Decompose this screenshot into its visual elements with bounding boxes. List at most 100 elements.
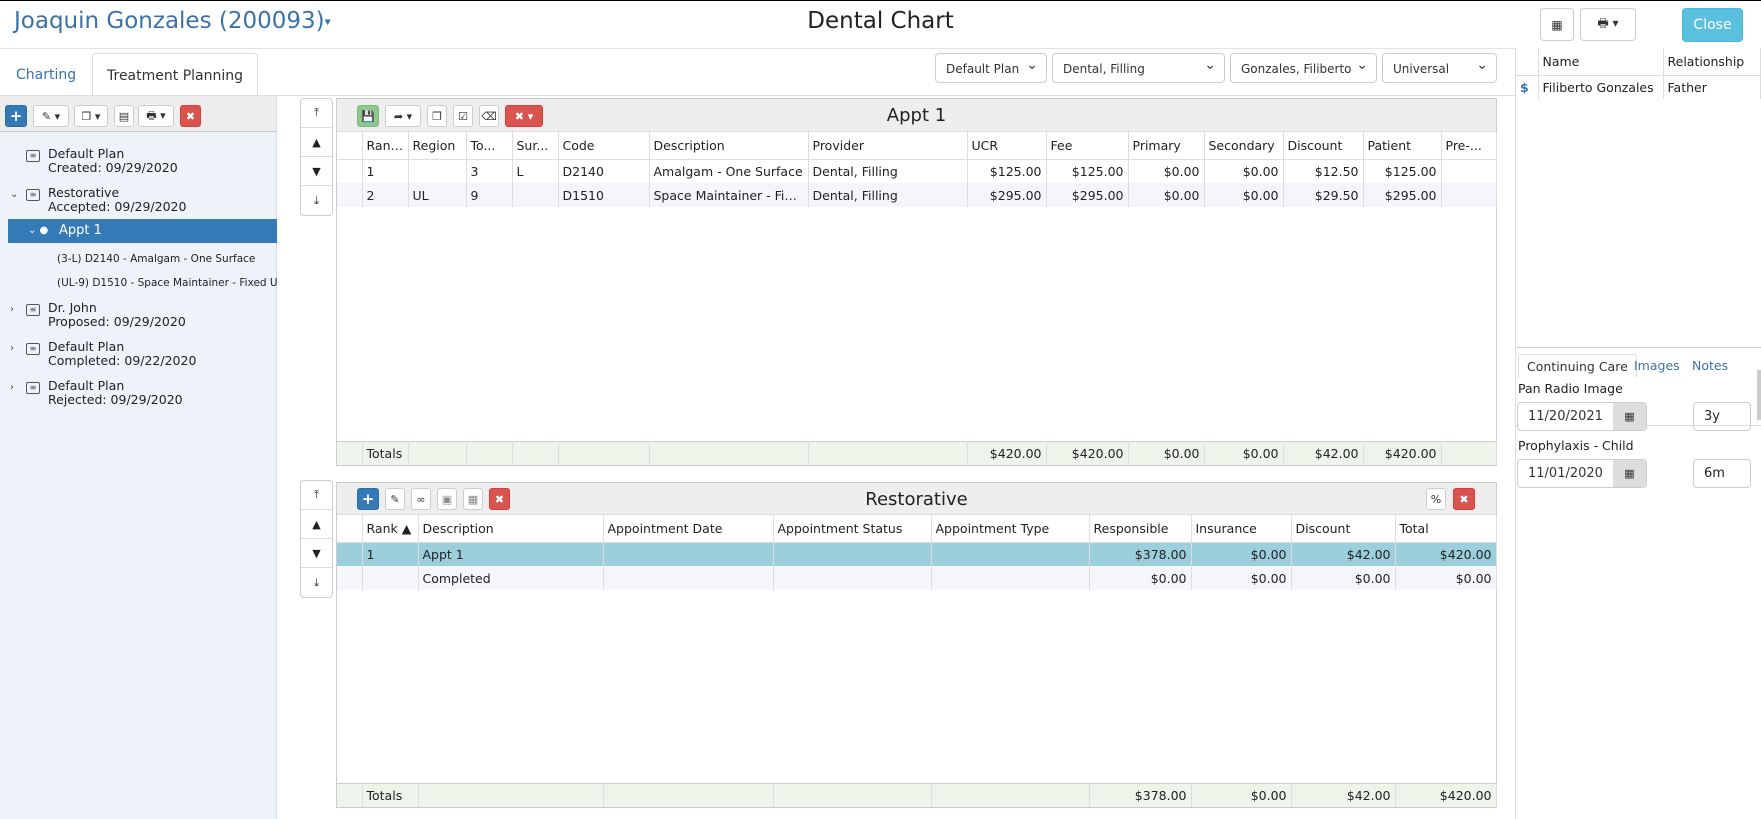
table-row[interactable]: $ Filiberto Gonzales Father <box>1516 75 1761 99</box>
move-top-button[interactable]: ⤒ <box>301 481 332 510</box>
total-cell: $0.00 <box>1191 782 1292 807</box>
find-button[interactable]: ∞ <box>411 488 431 510</box>
table-row[interactable]: Completed $0.00 $0.00 $0.00 $0.00 <box>337 566 1497 590</box>
move-up-button[interactable]: ▲ <box>301 510 332 539</box>
tab-images[interactable]: Images <box>1626 354 1688 378</box>
column-header[interactable]: Rank ▲ <box>362 132 409 160</box>
tab-treatment-planning[interactable]: Treatment Planning <box>92 53 258 96</box>
plan-name: Default Plan <box>48 146 125 161</box>
edit-menu-button[interactable]: ✎ ▾ <box>33 105 69 127</box>
tree-item-appt-1[interactable]: ⌄ ● Appt 1 <box>8 219 277 243</box>
move-bottom-button[interactable]: ⤓ <box>301 186 332 215</box>
calendar-button[interactable]: ▦ <box>463 488 483 510</box>
column-header[interactable]: Appointment Type <box>931 515 1090 543</box>
column-header[interactable]: Fee <box>1046 132 1129 160</box>
care-date-input[interactable]: 11/01/2020 ▦ <box>1517 459 1647 488</box>
add-appt-button[interactable]: + <box>357 488 379 510</box>
responsible-select[interactable]: Gonzales, Filiberto <box>1230 53 1377 83</box>
column-header[interactable]: Description <box>418 515 604 543</box>
plan-select[interactable]: Default Plan <box>935 53 1047 83</box>
right-panel: Name Relationship $ Filiberto Gonzales Fathe… <box>1515 48 1761 819</box>
column-header[interactable]: Patient <box>1363 132 1442 160</box>
column-header[interactable]: UCR <box>967 132 1047 160</box>
column-header[interactable]: Discount <box>1291 515 1396 543</box>
column-header[interactable]: Provider <box>808 132 968 160</box>
tab-charting[interactable]: Charting <box>2 53 90 96</box>
move-down-button[interactable]: ▼ <box>301 539 332 568</box>
column-header[interactable] <box>337 132 363 160</box>
column-header[interactable]: Name <box>1538 48 1664 76</box>
tree-item-procedure[interactable]: (3-L) D2140 - Amalgam - One Surface <box>57 252 277 266</box>
table-row[interactable]: 1 Appt 1 $378.00 $0.00 $42.00 $420.00 <box>337 542 1497 566</box>
calculator-button[interactable]: ▦ <box>1540 8 1574 41</box>
chevron-right-icon[interactable]: › <box>10 381 14 395</box>
calendar-icon[interactable]: ▦ <box>1613 403 1646 430</box>
column-header[interactable]: Rank ▲ <box>362 515 419 543</box>
add-plan-button[interactable]: + <box>5 105 27 127</box>
care-date-input[interactable]: 11/20/2021 ▦ <box>1517 402 1647 431</box>
edit-icon: ✎ <box>390 492 400 506</box>
chevron-down-icon[interactable]: ⌄ ● <box>28 224 48 238</box>
column-header[interactable]: Sur... <box>512 132 559 160</box>
scrollbar[interactable] <box>1757 370 1761 420</box>
column-header[interactable]: Description <box>649 132 809 160</box>
table-cell <box>337 566 363 590</box>
percent-button[interactable]: % <box>1426 488 1446 510</box>
provider-select[interactable]: Dental, Filling <box>1052 53 1225 83</box>
column-header[interactable] <box>1516 48 1539 76</box>
column-header[interactable]: Appointment Status <box>773 515 932 543</box>
close-plan-button[interactable]: ✖ <box>1453 488 1475 510</box>
printer-icon: 🖶 ▾ <box>146 108 166 122</box>
patient-selector[interactable]: Joaquin Gonzales (200093)▾ <box>14 8 331 34</box>
column-header[interactable]: To... <box>466 132 513 160</box>
delete-button[interactable]: ✖ <box>489 488 510 510</box>
document-button[interactable]: ▤ <box>114 105 134 127</box>
chevron-right-icon[interactable]: › <box>10 303 14 317</box>
table-cell: $12.50 <box>1283 159 1364 183</box>
column-header[interactable]: Appointment Date <box>603 515 774 543</box>
close-button[interactable]: Close <box>1682 8 1743 42</box>
chevron-down-icon[interactable]: ⌄ <box>10 188 18 202</box>
numbering-select[interactable]: Universal <box>1382 53 1497 83</box>
chevron-right-icon[interactable]: › <box>10 342 14 356</box>
tab-continuing-care[interactable]: Continuing Care <box>1518 354 1637 378</box>
copy-menu-button[interactable]: ❐ ▾ <box>74 105 108 127</box>
table-cell: $378.00 <box>1089 542 1192 566</box>
print-menu-button[interactable]: 🖶 ▾ <box>138 105 174 127</box>
copy-button[interactable]: ❐ <box>427 105 447 127</box>
column-header[interactable] <box>337 515 363 543</box>
move-bottom-button[interactable]: ⤓ <box>301 568 332 597</box>
tree-item-procedure[interactable]: (UL-9) D1510 - Space Maintainer - Fixed … <box>57 276 277 290</box>
move-menu-button[interactable]: ➦ ▾ <box>385 105 421 127</box>
clipboard-button[interactable]: ☑ <box>453 105 473 127</box>
edit-button[interactable]: ✎ <box>385 488 405 510</box>
column-header[interactable]: Relationship <box>1663 48 1761 76</box>
schedule-button[interactable]: ▣ <box>437 488 457 510</box>
table-row[interactable]: 1 3 L D2140 Amalgam - One Surface Dental, Fil… <box>337 159 1497 183</box>
care-interval-input[interactable]: 6m <box>1693 459 1751 488</box>
column-header[interactable]: Region <box>408 132 467 160</box>
move-up-button[interactable]: ▲ <box>301 128 332 157</box>
total-cell: Totals <box>362 782 419 807</box>
column-header[interactable]: Primary <box>1128 132 1205 160</box>
delete-menu-button[interactable]: ✖ ▾ <box>505 105 543 127</box>
tab-notes[interactable]: Notes <box>1684 354 1736 378</box>
column-header[interactable]: Code <box>558 132 650 160</box>
move-top-button[interactable]: ⤒ <box>301 99 332 128</box>
column-header[interactable]: Pre-... <box>1441 132 1497 160</box>
care-interval-input[interactable]: 3y <box>1693 402 1751 431</box>
calendar-icon[interactable]: ▦ <box>1613 460 1646 487</box>
column-header[interactable]: Insurance <box>1191 515 1292 543</box>
table-row[interactable]: 2UL9 D1510Space Maintainer - Fixed Unilat… <box>337 183 1497 207</box>
column-header[interactable]: Total <box>1395 515 1497 543</box>
move-down-button[interactable]: ▼ <box>301 157 332 186</box>
table-cell: $125.00 <box>1046 159 1129 183</box>
care-date: 11/20/2021 <box>1528 409 1603 424</box>
save-button[interactable]: 💾 <box>357 105 379 127</box>
print-menu-button[interactable]: 🖶 ▾ <box>1580 8 1636 41</box>
column-header[interactable]: Responsible <box>1089 515 1192 543</box>
column-header[interactable]: Secondary <box>1204 132 1284 160</box>
eraser-button[interactable]: ⌫ <box>479 105 499 127</box>
column-header[interactable]: Discount <box>1283 132 1364 160</box>
delete-button[interactable]: ✖ <box>180 105 201 127</box>
